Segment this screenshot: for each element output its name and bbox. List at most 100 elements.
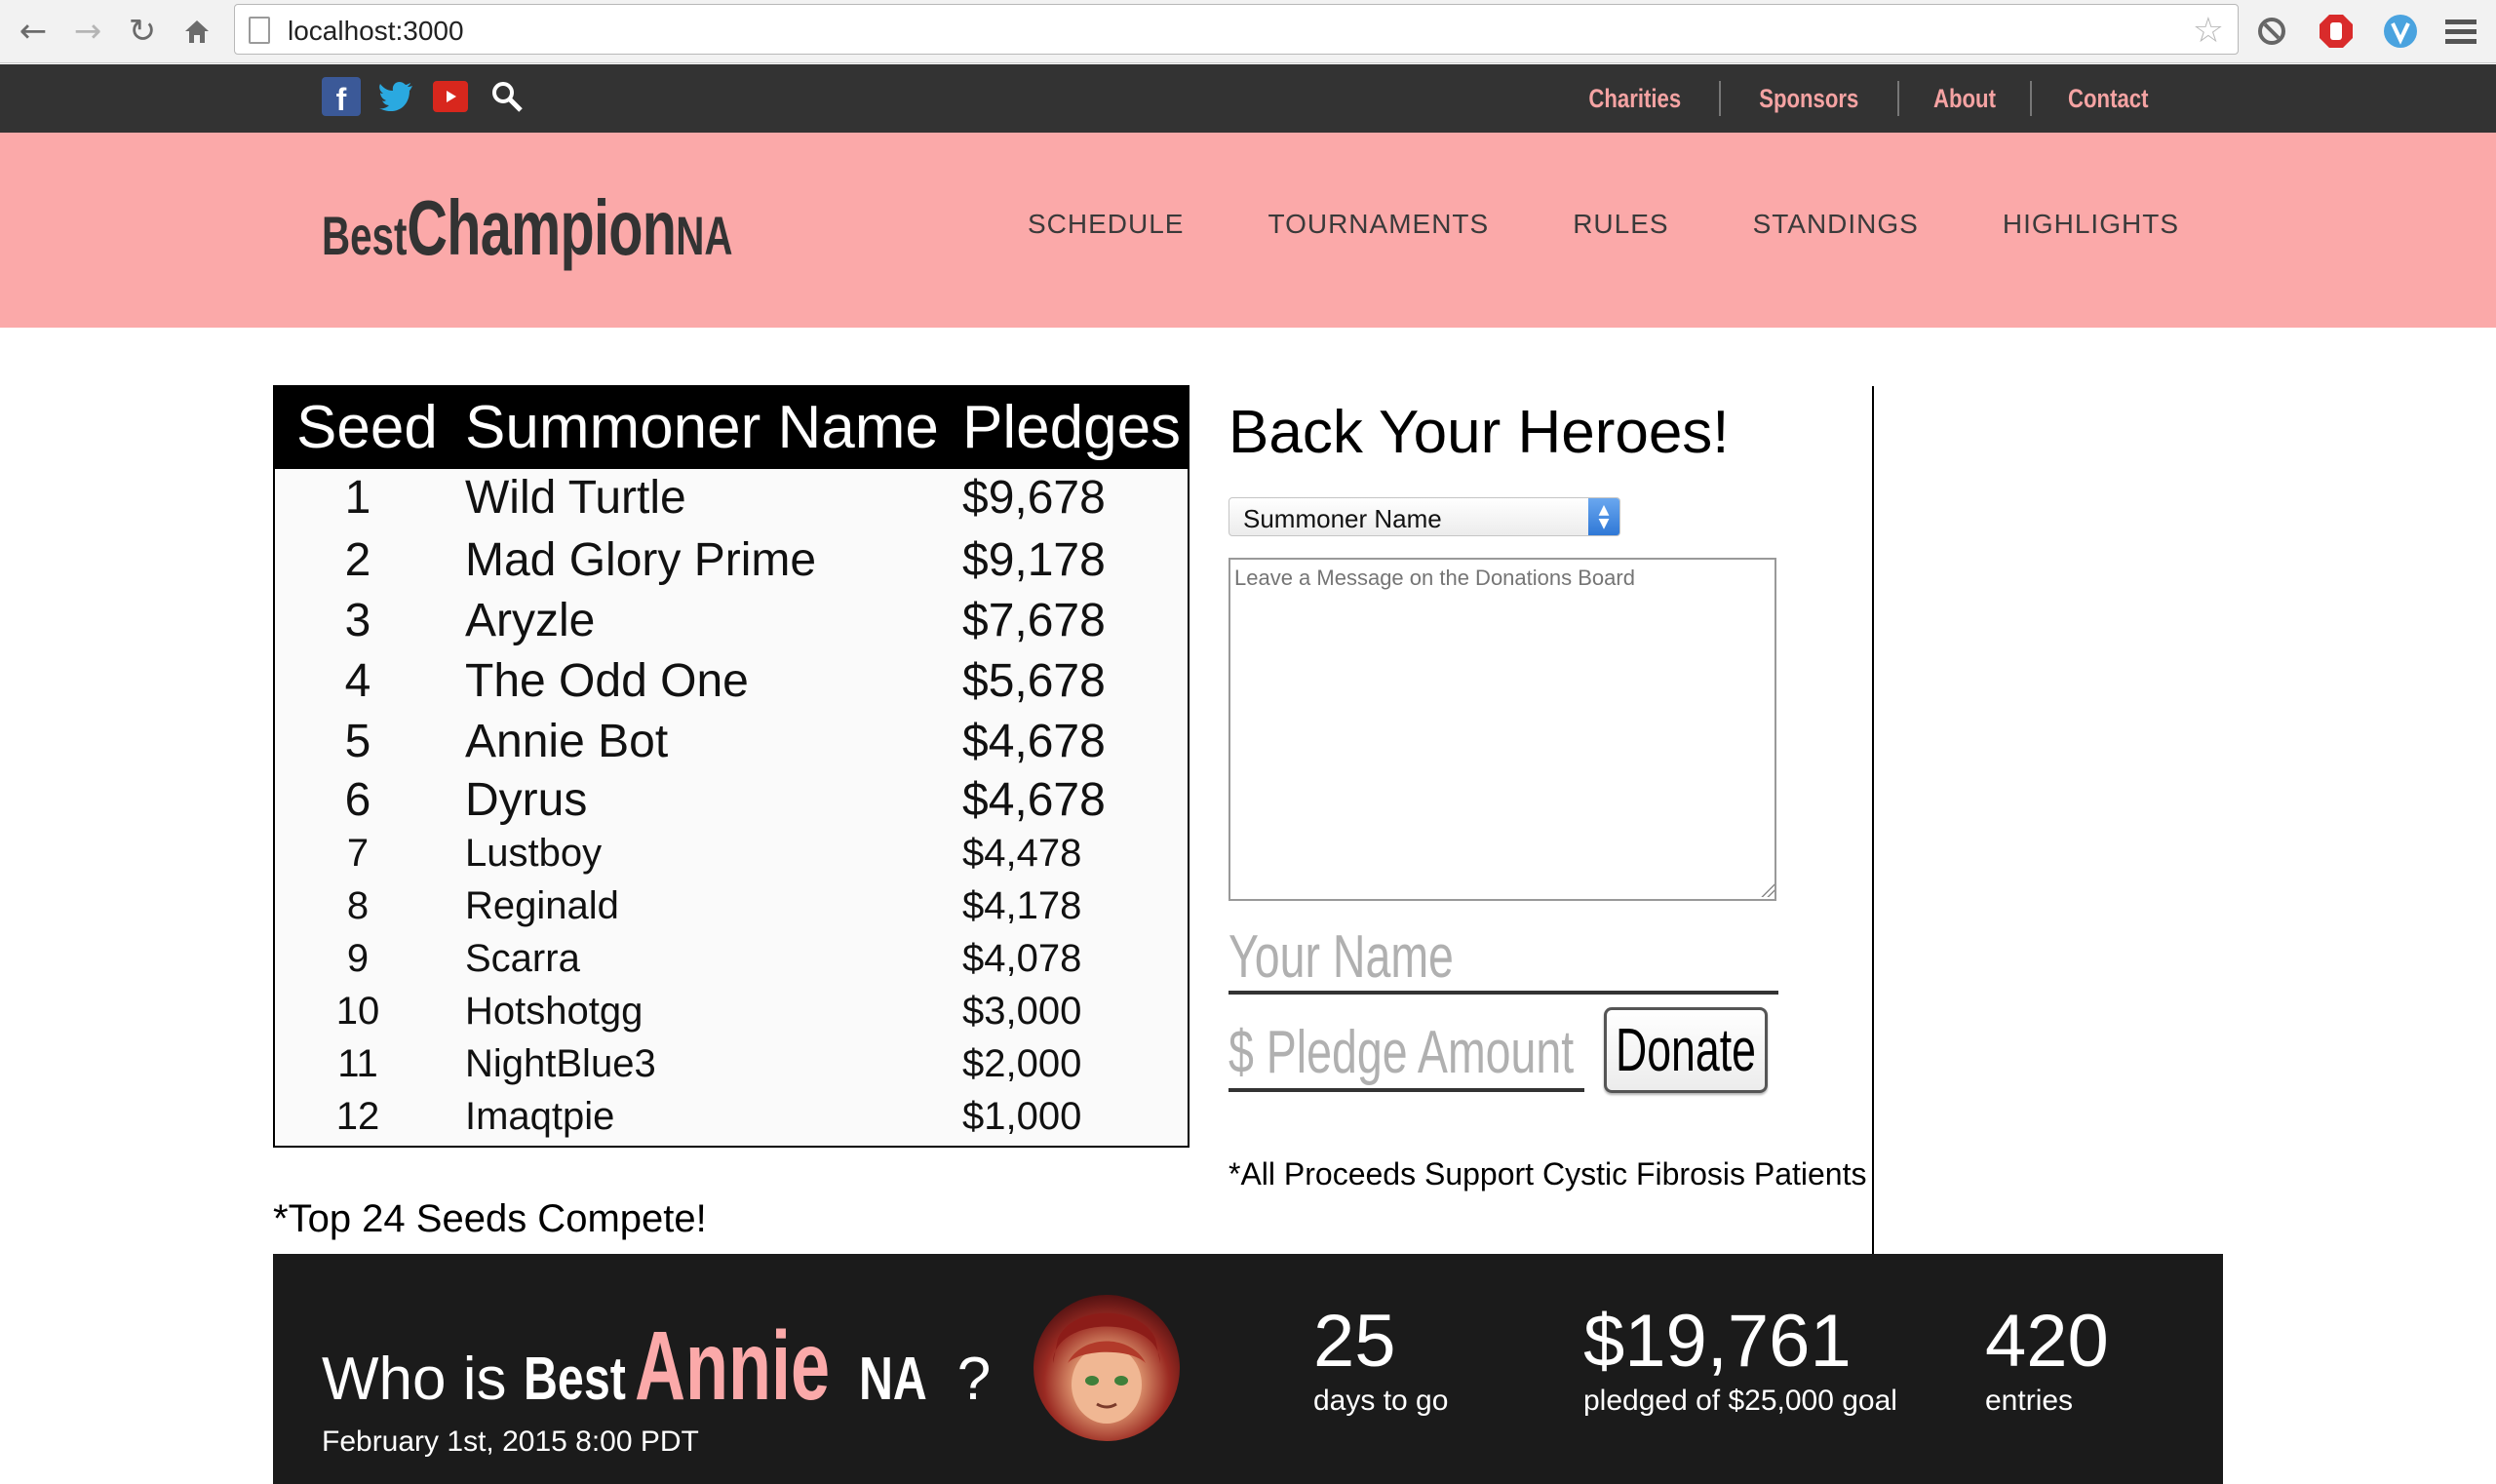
days-to-go-value: 25: [1313, 1300, 1396, 1383]
form-title: Back Your Heroes!: [1228, 399, 1730, 466]
vimium-icon[interactable]: [2379, 10, 2422, 53]
summoner-name-cell: Hotshotgg: [465, 990, 644, 1033]
pledge-amount-placeholder: $ Pledge Amount: [1228, 1019, 1575, 1086]
pledge-cell: $9,678: [962, 472, 1106, 524]
twitter-icon[interactable]: [377, 77, 416, 116]
nav-standings[interactable]: STANDINGS: [1753, 209, 1919, 240]
resize-grip-icon[interactable]: [1761, 883, 1774, 897]
youtube-icon[interactable]: [433, 81, 468, 112]
page-icon: [249, 17, 270, 44]
url-text[interactable]: localhost:3000: [288, 16, 464, 47]
event-headline: Who is BestAnnie NA ?: [322, 1310, 991, 1423]
entries-label: entries: [1985, 1385, 2074, 1417]
summoner-name-cell: Lustboy: [465, 832, 603, 875]
table-row: 5 Annie Bot $4,678: [275, 715, 1188, 775]
column-header-seed: Seed: [296, 394, 438, 461]
site-header: BestChampionNA SCHEDULE TOURNAMENTS RULE…: [0, 133, 2496, 328]
pledge-cell: $2,000: [962, 1042, 1082, 1085]
pledged-value: $19,761: [1583, 1300, 1852, 1383]
table-row: 4 The Odd One $5,678: [275, 654, 1188, 715]
reload-icon[interactable]: ↻: [123, 12, 162, 51]
entries-value: 420: [1985, 1300, 2109, 1383]
who-prefix: Who is: [322, 1346, 524, 1413]
extension-icon[interactable]: [2250, 10, 2293, 53]
top-link-contact[interactable]: Contact: [2046, 84, 2170, 114]
proceeds-note: *All Proceeds Support Cystic Fibrosis Pa…: [1228, 1156, 1867, 1191]
summoner-name-cell: Wild Turtle: [465, 472, 686, 524]
top-nav: Charities Sponsors About Contact: [1551, 64, 2184, 133]
select-arrows-icon: ▲ ▼: [1588, 498, 1619, 535]
divider: [2029, 81, 2032, 116]
table-row: 6 Dyrus $4,678: [275, 773, 1188, 834]
divider: [1896, 81, 1899, 116]
seed-cell: 2: [344, 534, 371, 586]
summoner-name-cell: Scarra: [465, 937, 580, 980]
nav-schedule[interactable]: SCHEDULE: [1028, 209, 1184, 240]
table-row: 10 Hotshotgg $3,000: [275, 990, 1188, 1042]
divider: [1719, 81, 1721, 116]
forward-icon[interactable]: →: [68, 12, 107, 51]
seed-cell: 12: [335, 1095, 380, 1138]
seeds-note: *Top 24 Seeds Compete!: [273, 1197, 707, 1240]
summoner-name-cell: Mad Glory Prime: [465, 534, 817, 586]
bookmark-star-icon[interactable]: ☆: [2193, 11, 2224, 51]
summoner-select[interactable]: Summoner Name ▲ ▼: [1228, 497, 1620, 536]
summoner-name-cell: NightBlue3: [465, 1042, 656, 1085]
seed-cell: 9: [346, 937, 370, 980]
standings-table: Seed Summoner Name Pledges 1 Wild Turtle $…: [273, 385, 1190, 1148]
nav-rules[interactable]: RULES: [1573, 209, 1668, 240]
facebook-icon[interactable]: f: [322, 77, 361, 117]
menu-icon[interactable]: [2439, 10, 2482, 53]
annie-avatar: [1034, 1295, 1180, 1441]
table-row: 1 Wild Turtle $9,678: [275, 471, 1188, 531]
top-link-charities[interactable]: Charities: [1567, 84, 1704, 114]
home-icon[interactable]: [177, 12, 216, 51]
logo-na: NA: [676, 205, 733, 266]
pledge-cell: $3,000: [962, 990, 1082, 1033]
summoner-name-cell: The Odd One: [465, 655, 749, 707]
column-header-pledges: Pledges: [962, 394, 1182, 461]
donate-button-label: Donate: [1616, 1016, 1756, 1084]
column-header-summoner-name: Summoner Name: [465, 394, 939, 461]
pledge-cell: $9,178: [962, 534, 1106, 586]
table-row: 2 Mad Glory Prime $9,178: [275, 533, 1188, 594]
top-link-about[interactable]: About: [1911, 84, 2018, 114]
days-to-go-label: days to go: [1313, 1385, 1449, 1417]
nav-highlights[interactable]: HIGHLIGHTS: [2003, 209, 2179, 240]
table-header: Seed Summoner Name Pledges: [275, 387, 1188, 469]
seed-cell: 6: [344, 774, 371, 826]
site-logo[interactable]: BestChampionNA: [322, 183, 732, 273]
seed-cell: 11: [337, 1042, 378, 1085]
pledge-cell: $4,478: [962, 832, 1082, 875]
logo-best: Best: [322, 205, 408, 266]
pledge-cell: $4,178: [962, 884, 1082, 927]
table-row: 8 Reginald $4,178: [275, 884, 1188, 937]
main-nav: SCHEDULE TOURNAMENTS RULES STANDINGS HIG…: [1028, 209, 2179, 240]
pledge-cell: $7,678: [962, 595, 1106, 646]
pledge-amount-input[interactable]: $ Pledge Amount: [1228, 1014, 1584, 1092]
summoner-name-cell: Reginald: [465, 884, 619, 927]
adblock-icon[interactable]: [2315, 10, 2358, 53]
back-icon[interactable]: ←: [14, 12, 53, 51]
seed-cell: 10: [335, 990, 380, 1033]
seed-cell: 3: [344, 595, 371, 646]
seed-cell: 4: [344, 655, 371, 707]
nav-tournaments[interactable]: TOURNAMENTS: [1268, 209, 1489, 240]
top-bar: f Charities Sponsors About Contact: [0, 64, 2496, 133]
pledge-cell: $4,678: [962, 716, 1106, 767]
address-bar[interactable]: localhost:3000 ☆: [234, 4, 2239, 55]
seed-cell: 5: [344, 716, 371, 767]
search-icon[interactable]: [488, 77, 526, 116]
donate-button[interactable]: Donate: [1604, 1007, 1768, 1093]
table-row: 12 Imaqtpie $1,000: [275, 1095, 1188, 1148]
logo-champion: Champion: [407, 184, 677, 271]
table-row: 3 Aryzle $7,678: [275, 594, 1188, 654]
message-textarea[interactable]: [1228, 558, 1776, 901]
summoner-name-cell: Dyrus: [465, 774, 588, 826]
your-name-input[interactable]: Your Name: [1228, 917, 1778, 995]
event-date: February 1st, 2015 8:00 PDT: [322, 1425, 699, 1458]
pledge-cell: $5,678: [962, 655, 1106, 707]
pledge-cell: $4,078: [962, 937, 1082, 980]
top-link-sponsors[interactable]: Sponsors: [1736, 84, 1881, 114]
who-best: Best: [523, 1346, 626, 1413]
